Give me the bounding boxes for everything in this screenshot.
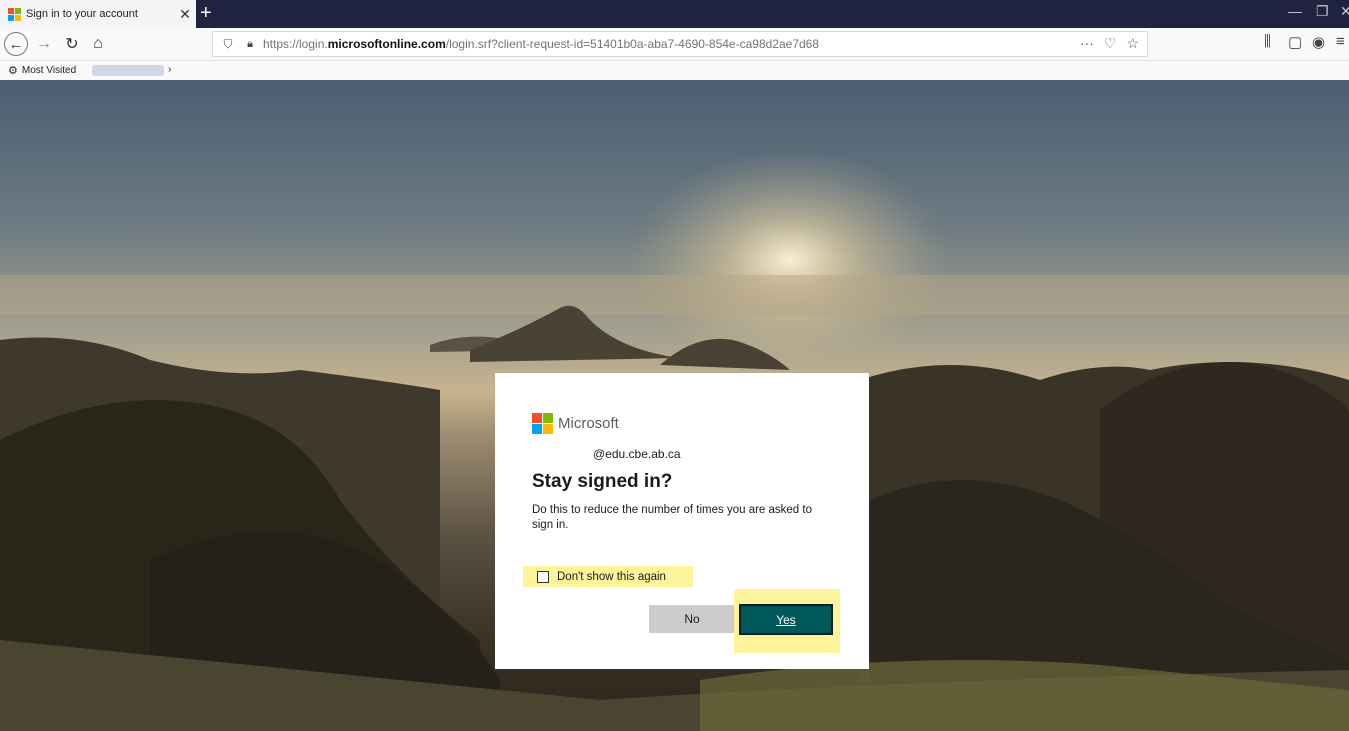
library-icon[interactable]: ⫼ <box>1264 33 1271 50</box>
home-button[interactable]: ⌂ <box>86 32 110 56</box>
tab-sign-in[interactable]: Sign in to your account ✕ <box>0 0 196 28</box>
bookmark-star-icon[interactable]: ☆ <box>1126 35 1139 52</box>
account-icon[interactable]: ◉ <box>1312 33 1325 51</box>
sidebar-icon[interactable]: ▢ <box>1288 33 1302 51</box>
stay-signed-in-dialog: Microsoft @edu.cbe.ab.ca Stay signed in?… <box>495 373 869 669</box>
bookmarks-toolbar: ⚙ Most Visited › <box>0 61 1349 80</box>
shield-icon[interactable]: ⛉ <box>221 37 235 52</box>
dont-show-again-checkbox-row[interactable]: Don't show this again <box>523 566 693 587</box>
lock-icon[interactable]: 🔒︎ <box>243 38 257 51</box>
pocket-icon[interactable]: ♡ <box>1104 35 1117 52</box>
microsoft-wordmark: Microsoft <box>558 414 619 432</box>
dont-show-again-checkbox[interactable] <box>537 570 549 583</box>
back-button[interactable]: ← <box>4 32 28 56</box>
blurred-bookmark[interactable] <box>92 65 164 76</box>
microsoft-favicon-icon <box>8 8 21 21</box>
account-email: @edu.cbe.ab.ca <box>593 447 681 461</box>
bookmarks-overflow-icon[interactable]: › <box>168 64 171 75</box>
tab-strip: Sign in to your account ✕ + — ❐ ✕ <box>0 0 1349 28</box>
menu-icon[interactable]: ≡ <box>1336 33 1345 50</box>
most-visited-bookmark[interactable]: ⚙ Most Visited <box>8 64 76 77</box>
most-visited-label: Most Visited <box>21 65 77 76</box>
minimize-button[interactable]: — <box>1288 3 1302 19</box>
window-close-button[interactable]: ✕ <box>1340 3 1349 20</box>
tab-title: Sign in to your account <box>26 8 138 20</box>
restore-button[interactable]: ❐ <box>1316 3 1329 20</box>
dialog-title: Stay signed in? <box>532 471 673 492</box>
gear-icon: ⚙ <box>8 65 18 77</box>
address-bar[interactable]: ⛉ 🔒︎ https://login.microsoftonline.com/l… <box>212 31 1148 57</box>
microsoft-logo-icon <box>532 413 553 434</box>
no-button[interactable]: No <box>649 605 735 633</box>
new-tab-button[interactable]: + <box>200 2 212 24</box>
reload-button[interactable]: ↻ <box>60 32 84 56</box>
url-text[interactable]: https://login.microsoftonline.com/login.… <box>263 37 819 51</box>
dialog-description: Do this to reduce the number of times yo… <box>532 504 812 531</box>
page-actions-menu-icon[interactable]: ··· <box>1080 35 1094 52</box>
yes-button[interactable]: Yes <box>739 604 833 635</box>
dont-show-again-label[interactable]: Don't show this again <box>557 571 666 583</box>
microsoft-brand: Microsoft <box>532 413 832 434</box>
forward-button[interactable]: → <box>32 32 56 56</box>
tab-close-icon[interactable]: ✕ <box>174 6 196 23</box>
navigation-toolbar: ← → ↻ ⌂ ⛉ 🔒︎ https://login.microsoftonli… <box>0 28 1349 61</box>
